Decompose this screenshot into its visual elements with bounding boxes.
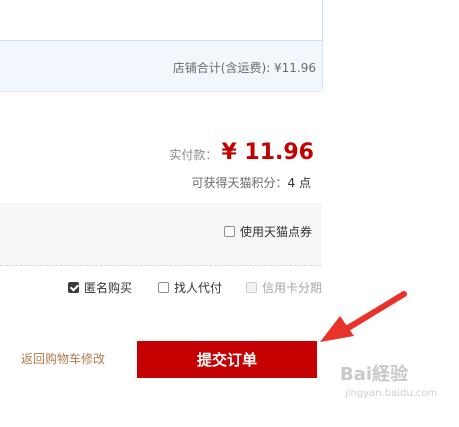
anonymous-purchase-checkbox[interactable] [68,282,79,293]
credit-installment-checkbox [246,282,257,293]
pay-by-friend-option[interactable]: 找人代付 [158,279,222,296]
payment-amount: ¥ 11.96 [221,140,314,165]
submit-order-button[interactable]: 提交订单 [137,341,317,378]
coupon-band: 使用天猫点券 [0,203,322,266]
coupon-label: 使用天猫点券 [239,225,312,239]
anonymous-purchase-label: 匿名购买 [84,281,133,295]
panel-divider [322,0,323,90]
points-row: 可获得天猫积分：4 点 [192,174,311,191]
watermark-logo: Bai経验 [340,364,409,385]
credit-installment-option: 信用卡分期 [246,279,322,296]
annotation-arrow-icon [320,291,407,342]
points-label: 可获得天猫积分： [191,176,288,190]
store-total-band: 店铺合计(含运费): ¥11.96 [0,40,322,92]
back-to-cart-link[interactable]: 返回购物车修改 [21,350,105,367]
watermark-url: jingyan.baidu.com [345,388,438,399]
payment-label: 实付款： [169,148,218,162]
pay-by-friend-checkbox[interactable] [158,282,169,293]
payment-row: 实付款： ¥ 11.96 [169,140,314,165]
coupon-checkbox[interactable] [223,226,235,237]
store-total-text: 店铺合计(含运费): ¥11.96 [172,61,316,75]
coupon-option[interactable]: 使用天猫点券 [223,223,312,240]
anonymous-purchase-option[interactable]: 匿名购买 [68,279,132,296]
points-value: 4 点 [287,176,311,190]
credit-installment-label: 信用卡分期 [262,281,323,295]
pay-by-friend-label: 找人代付 [174,281,223,295]
